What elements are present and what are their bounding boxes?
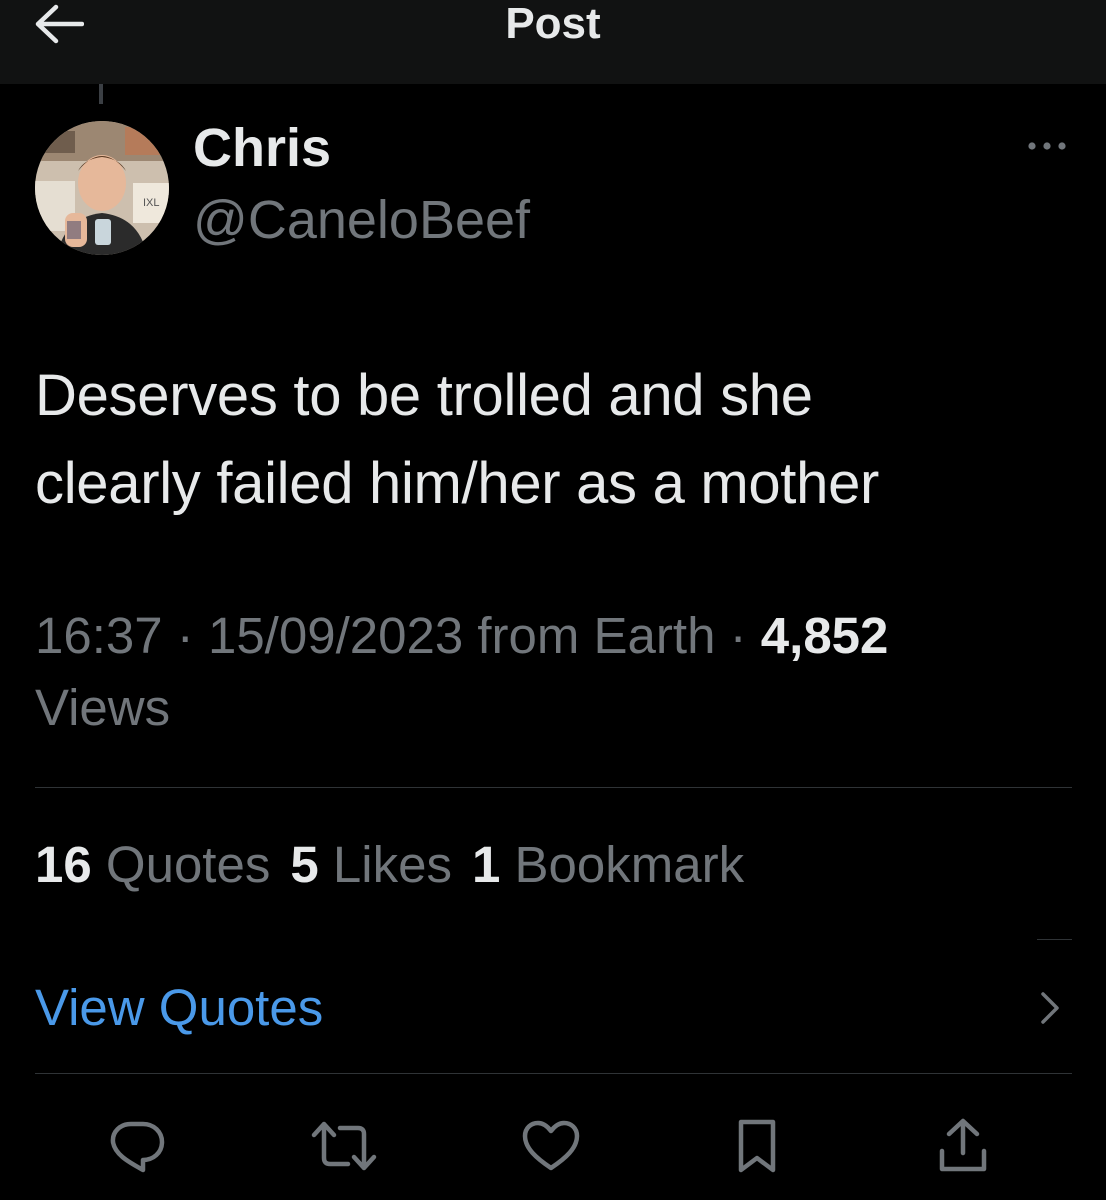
share-icon xyxy=(939,1118,987,1172)
divider xyxy=(1037,939,1072,940)
engagement-stats: 16 Quotes 5 Likes 1 Bookmark xyxy=(35,830,764,900)
top-bar: Post xyxy=(0,0,1106,84)
post-detail-screen: Post IXL Chris @CaneloBeef Deserves to b… xyxy=(0,0,1106,1200)
quotes-count: 16 xyxy=(35,836,92,893)
repost-icon xyxy=(311,1121,377,1171)
more-options-button[interactable] xyxy=(1020,132,1074,160)
more-horizontal-icon xyxy=(1028,142,1066,150)
thread-connector-line xyxy=(99,84,103,104)
bookmark-icon xyxy=(738,1119,776,1173)
likes-count: 5 xyxy=(290,836,319,893)
chevron-right-icon xyxy=(1041,992,1059,1024)
view-quotes-link[interactable]: View Quotes xyxy=(35,970,1072,1046)
views-count: 4,852 xyxy=(760,607,889,664)
quotes-stat[interactable]: 16 Quotes xyxy=(35,836,270,893)
likes-stat[interactable]: 5 Likes xyxy=(290,836,452,893)
share-button[interactable] xyxy=(927,1110,999,1182)
action-bar xyxy=(0,1110,1106,1182)
post-source: from Earth xyxy=(477,607,716,664)
quotes-label: Quotes xyxy=(105,836,271,893)
post-text: Deserves to be trolled and she clearly f… xyxy=(35,352,1065,528)
divider xyxy=(35,1073,1072,1074)
bookmarks-stat[interactable]: 1 Bookmark xyxy=(472,836,744,893)
post-time[interactable]: 16:37 xyxy=(35,607,163,664)
bookmark-button[interactable] xyxy=(721,1110,793,1182)
svg-text:IXL: IXL xyxy=(143,197,160,209)
divider xyxy=(35,787,1072,788)
reply-icon xyxy=(110,1121,165,1173)
bookmarks-count: 1 xyxy=(471,836,501,893)
post-meta: 16:37 · 15/09/2023 from Earth · 4,852 Vi… xyxy=(35,600,1075,744)
likes-label: Likes xyxy=(332,836,452,893)
repost-button[interactable] xyxy=(308,1110,380,1182)
author-name[interactable]: Chris xyxy=(193,118,331,178)
like-button[interactable] xyxy=(515,1110,587,1182)
bookmarks-label: Bookmark xyxy=(514,836,745,893)
author-handle[interactable]: @CaneloBeef xyxy=(193,188,530,252)
reply-button[interactable] xyxy=(101,1110,173,1182)
user-avatar-icon: IXL xyxy=(35,121,169,255)
post-text-line: Deserves to be trolled and she xyxy=(35,363,813,428)
view-quotes-label: View Quotes xyxy=(35,979,324,1036)
page-title: Post xyxy=(505,0,601,48)
like-icon xyxy=(522,1120,580,1171)
meta-separator: · xyxy=(176,607,194,664)
meta-separator: · xyxy=(729,607,747,664)
views-label: Views xyxy=(35,679,171,736)
post-text-line: clearly failed him/her as a mother xyxy=(35,451,880,516)
post-date[interactable]: 15/09/2023 xyxy=(208,607,463,664)
avatar[interactable]: IXL xyxy=(35,121,169,255)
